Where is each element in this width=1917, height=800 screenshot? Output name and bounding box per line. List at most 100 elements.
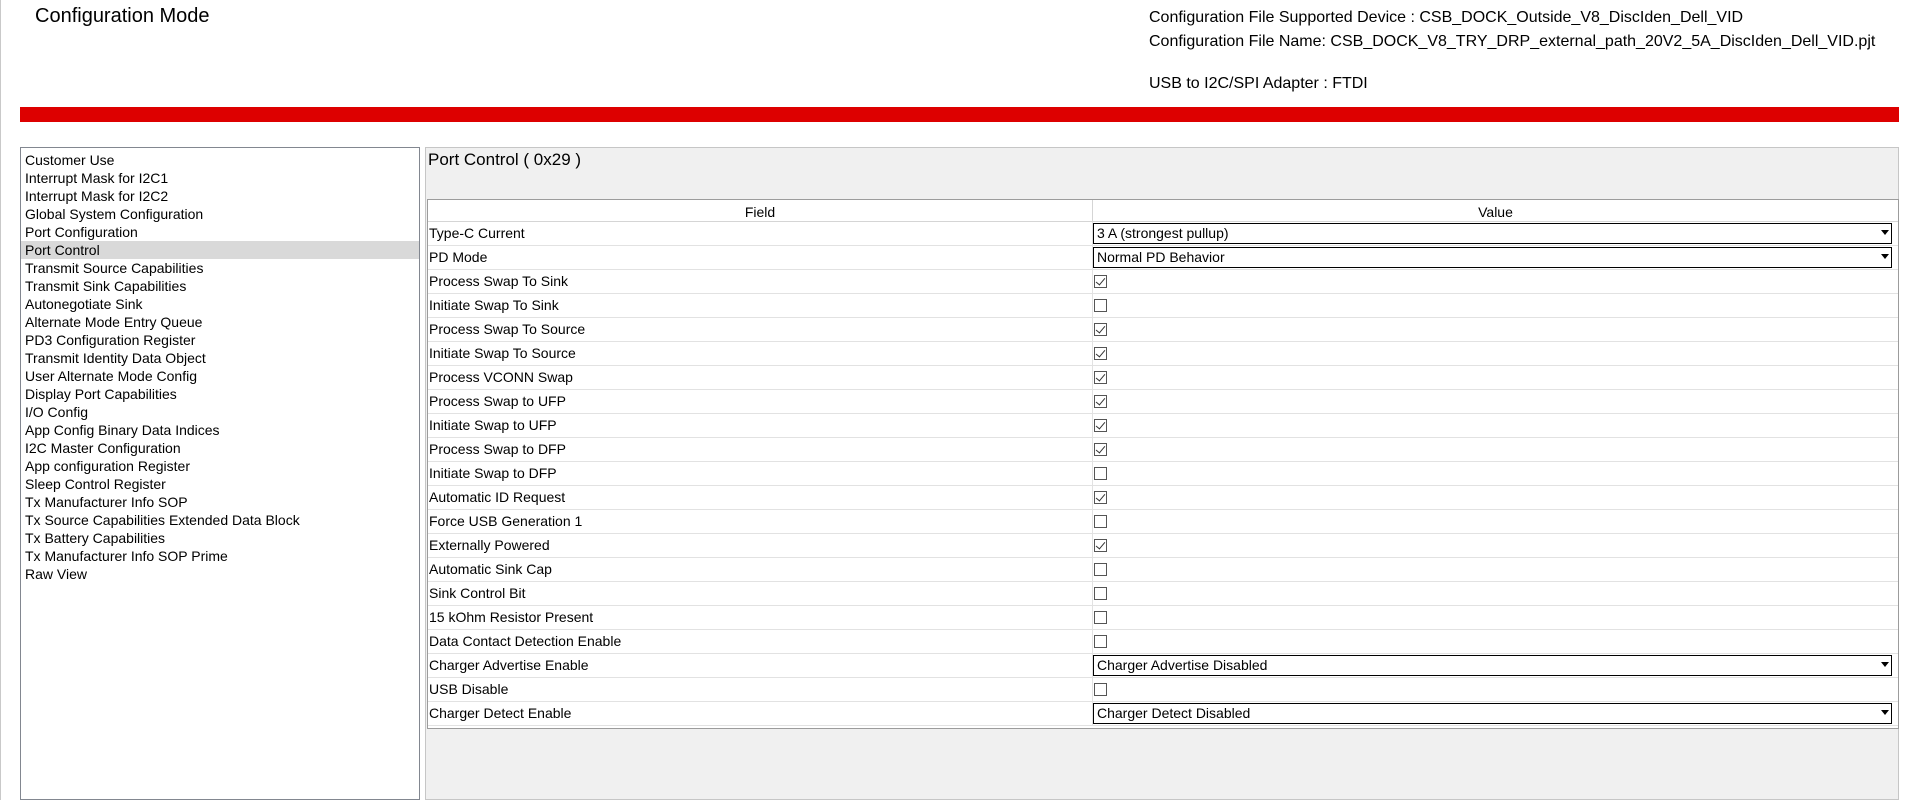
config-info: Configuration File Supported Device : CS…: [1149, 6, 1875, 96]
sidebar-item[interactable]: Tx Battery Capabilities: [21, 529, 419, 547]
sidebar-item[interactable]: Interrupt Mask for I2C1: [21, 169, 419, 187]
field-name: Process Swap To Source: [428, 318, 1093, 341]
sidebar-item[interactable]: Alternate Mode Entry Queue: [21, 313, 419, 331]
field-name: 15 kOhm Resistor Present: [428, 606, 1093, 629]
value-checkbox[interactable]: [1094, 323, 1107, 336]
value-checkbox[interactable]: [1094, 419, 1107, 432]
table-row: Process Swap to UFP: [428, 390, 1898, 414]
value-dropdown[interactable]: Charger Detect Disabled: [1093, 703, 1892, 724]
sidebar-item[interactable]: I/O Config: [21, 403, 419, 421]
dropdown-selected-value: Charger Detect Disabled: [1097, 705, 1251, 721]
field-value-cell: [1093, 678, 1898, 701]
sidebar-item[interactable]: Port Control: [21, 241, 419, 259]
value-checkbox[interactable]: [1094, 563, 1107, 576]
field-name: Process Swap to DFP: [428, 438, 1093, 461]
field-value-cell: [1093, 462, 1898, 485]
field-value-cell: [1093, 582, 1898, 605]
sidebar-item[interactable]: Transmit Source Capabilities: [21, 259, 419, 277]
window-left-edge: [0, 0, 1, 800]
sidebar-item[interactable]: Tx Manufacturer Info SOP: [21, 493, 419, 511]
field-value-cell: Charger Advertise Disabled: [1093, 654, 1898, 677]
table-row: Charger Advertise Enable Charger Advertis…: [428, 654, 1898, 678]
sidebar-item[interactable]: I2C Master Configuration: [21, 439, 419, 457]
sidebar-item[interactable]: App configuration Register: [21, 457, 419, 475]
field-value-cell: [1093, 606, 1898, 629]
field-value-cell: [1093, 630, 1898, 653]
value-checkbox[interactable]: [1094, 539, 1107, 552]
table-row: Process Swap to DFP: [428, 438, 1898, 462]
field-name: PD Mode: [428, 246, 1093, 269]
sidebar-item[interactable]: PD3 Configuration Register: [21, 331, 419, 349]
table-row: USB Disable: [428, 678, 1898, 702]
field-name: Initiate Swap to UFP: [428, 414, 1093, 437]
value-checkbox[interactable]: [1094, 635, 1107, 648]
sidebar-item[interactable]: Transmit Identity Data Object: [21, 349, 419, 367]
section-title: Port Control ( 0x29 ): [428, 150, 582, 169]
supported-device-label: Configuration File Supported Device : CS…: [1149, 9, 1744, 26]
field-name: Process Swap To Sink: [428, 270, 1093, 293]
field-name: Initiate Swap To Sink: [428, 294, 1093, 317]
chevron-down-icon: [1881, 230, 1889, 235]
value-checkbox[interactable]: [1094, 467, 1107, 480]
table-row: Initiate Swap to DFP: [428, 462, 1898, 486]
table-row: Type-C Current 3 A (strongest pullup): [428, 222, 1898, 246]
table-row: PD Mode Normal PD Behavior: [428, 246, 1898, 270]
chevron-down-icon: [1881, 710, 1889, 715]
table-row: Automatic Sink Cap: [428, 558, 1898, 582]
field-value-cell: Charger Detect Disabled: [1093, 702, 1898, 725]
value-checkbox[interactable]: [1094, 443, 1107, 456]
field-name: Initiate Swap To Source: [428, 342, 1093, 365]
field-name: Initiate Swap to DFP: [428, 462, 1093, 485]
sidebar-item[interactable]: Transmit Sink Capabilities: [21, 277, 419, 295]
value-checkbox[interactable]: [1094, 275, 1107, 288]
value-checkbox[interactable]: [1094, 611, 1107, 624]
sidebar-item[interactable]: Display Port Capabilities: [21, 385, 419, 403]
value-checkbox[interactable]: [1094, 515, 1107, 528]
table-row: Automatic ID Request: [428, 486, 1898, 510]
sidebar-item[interactable]: Raw View: [21, 565, 419, 583]
value-dropdown[interactable]: Charger Advertise Disabled: [1093, 655, 1892, 676]
dropdown-selected-value: 3 A (strongest pullup): [1097, 225, 1229, 241]
sidebar-item[interactable]: Autonegotiate Sink: [21, 295, 419, 313]
value-dropdown[interactable]: 3 A (strongest pullup): [1093, 223, 1892, 244]
sidebar-item[interactable]: Interrupt Mask for I2C2: [21, 187, 419, 205]
value-checkbox[interactable]: [1094, 299, 1107, 312]
chevron-down-icon: [1881, 254, 1889, 259]
table-row: Process Swap To Sink: [428, 270, 1898, 294]
value-checkbox[interactable]: [1094, 347, 1107, 360]
sidebar-item[interactable]: Customer Use: [21, 151, 419, 169]
table-row: Force USB Generation 1: [428, 510, 1898, 534]
value-checkbox[interactable]: [1094, 683, 1107, 696]
table-row: Process VCONN Swap: [428, 366, 1898, 390]
value-checkbox[interactable]: [1094, 371, 1107, 384]
field-name: Externally Powered: [428, 534, 1093, 557]
value-checkbox[interactable]: [1094, 587, 1107, 600]
table-row: Initiate Swap To Source: [428, 342, 1898, 366]
sidebar-item[interactable]: User Alternate Mode Config: [21, 367, 419, 385]
field-value-cell: [1093, 414, 1898, 437]
field-name: Type-C Current: [428, 222, 1093, 245]
table-row: Data Contact Detection Enable: [428, 630, 1898, 654]
register-list[interactable]: Customer Use Interrupt Mask for I2C1 Inter…: [20, 147, 420, 800]
value-checkbox[interactable]: [1094, 491, 1107, 504]
sidebar-item[interactable]: Tx Source Capabilities Extended Data Blo…: [21, 511, 419, 529]
accent-bar: [20, 107, 1899, 122]
field-value-cell: [1093, 558, 1898, 581]
value-dropdown[interactable]: Normal PD Behavior: [1093, 247, 1892, 268]
table-row: Sink Control Bit: [428, 582, 1898, 606]
sidebar-item[interactable]: Port Configuration: [21, 223, 419, 241]
field-value-cell: [1093, 486, 1898, 509]
field-value-cell: [1093, 534, 1898, 557]
sidebar-item[interactable]: Sleep Control Register: [21, 475, 419, 493]
field-name: USB Disable: [428, 678, 1093, 701]
sidebar-item[interactable]: App Config Binary Data Indices: [21, 421, 419, 439]
sidebar-item[interactable]: Global System Configuration: [21, 205, 419, 223]
field-value-cell: [1093, 294, 1898, 317]
value-checkbox[interactable]: [1094, 395, 1107, 408]
table-row: Charger Detect Enable Charger Detect Disa…: [428, 702, 1898, 726]
sidebar-item[interactable]: Tx Manufacturer Info SOP Prime: [21, 547, 419, 565]
field-value-cell: [1093, 270, 1898, 293]
adapter-label: USB to I2C/SPI Adapter : FTDI: [1149, 75, 1368, 92]
field-name: Data Contact Detection Enable: [428, 630, 1093, 653]
